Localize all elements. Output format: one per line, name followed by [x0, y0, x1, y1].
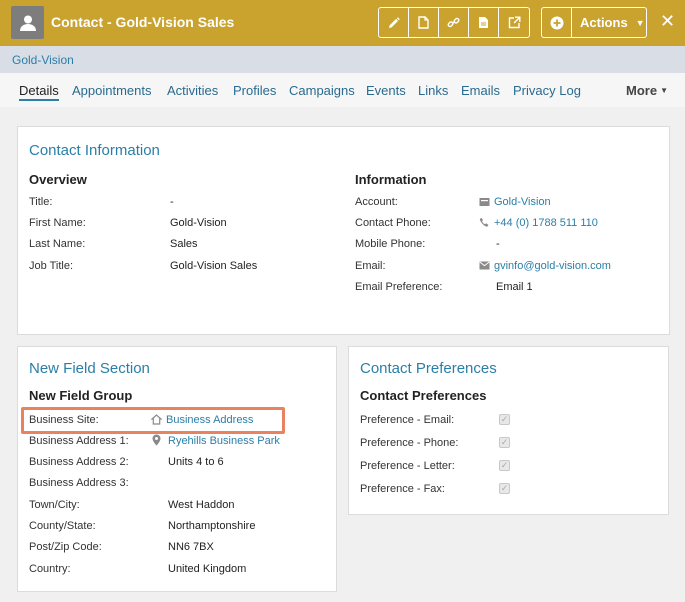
- field-label: Last Name:: [29, 238, 86, 250]
- pencil-icon: [388, 16, 400, 28]
- information-heading: Information: [355, 172, 427, 187]
- tab-profiles[interactable]: Profiles: [233, 83, 276, 98]
- open-external-button[interactable]: [499, 8, 529, 37]
- contact-preferences-panel: Contact Preferences Contact Preferences …: [348, 346, 669, 515]
- page-title: Contact - Gold-Vision Sales: [51, 14, 235, 30]
- field-label: Business Address 1:: [29, 435, 129, 447]
- town-city-value: West Haddon: [168, 499, 235, 511]
- county-state-value: Northamptonshire: [168, 520, 256, 532]
- envelope-icon: [478, 260, 490, 270]
- tab-campaigns[interactable]: Campaigns: [289, 83, 355, 98]
- account-link[interactable]: Gold-Vision: [494, 196, 551, 208]
- email-preference-value: Email 1: [496, 281, 533, 293]
- business-address-1-link[interactable]: Ryehills Business Park: [168, 435, 280, 447]
- overview-heading: Overview: [29, 172, 87, 187]
- preference-phone-checkbox: ✓: [499, 437, 510, 448]
- actions-menu: Actions ▼: [541, 7, 647, 38]
- panel-title: New Field Section: [29, 360, 150, 377]
- country-value: United Kingdom: [168, 563, 247, 575]
- tab-bar: Details Appointments Activities Profiles…: [0, 73, 685, 107]
- tab-details[interactable]: Details: [19, 83, 59, 101]
- first-name-value: Gold-Vision: [170, 217, 227, 229]
- mobile-phone-value: -: [496, 238, 500, 250]
- field-label: County/State:: [29, 520, 96, 532]
- record-toolbar: [378, 7, 530, 38]
- title-bar: Contact - Gold-Vision Sales Actions ▼ ✕: [0, 0, 685, 46]
- caret-down-icon: ▼: [635, 17, 645, 28]
- preference-email-checkbox: ✓: [499, 414, 510, 425]
- more-tabs-button[interactable]: More ▼: [626, 83, 668, 98]
- title-value: -: [170, 196, 174, 208]
- file-icon: [479, 17, 488, 28]
- contact-avatar-icon: [11, 6, 44, 39]
- panel-title: Contact Preferences: [360, 360, 497, 377]
- field-label: Business Address 3:: [29, 477, 129, 489]
- contact-phone-link[interactable]: +44 (0) 1788 511 110: [494, 217, 598, 229]
- add-button[interactable]: [542, 8, 572, 37]
- tab-appointments[interactable]: Appointments: [72, 83, 152, 98]
- field-label: First Name:: [29, 217, 86, 229]
- link-button[interactable]: [439, 8, 469, 37]
- new-field-section-panel: New Field Section New Field Group Busine…: [17, 346, 337, 592]
- field-label: Preference - Fax:: [360, 483, 445, 495]
- field-label: Email Preference:: [355, 281, 443, 293]
- tab-activities[interactable]: Activities: [167, 83, 218, 98]
- close-icon[interactable]: ✕: [660, 12, 675, 30]
- breadcrumb[interactable]: Gold-Vision: [12, 53, 74, 67]
- preference-fax-checkbox: ✓: [499, 483, 510, 494]
- field-label: Preference - Phone:: [360, 437, 459, 449]
- last-name-value: Sales: [170, 238, 198, 250]
- file-button[interactable]: [469, 8, 499, 37]
- field-label: Mobile Phone:: [355, 238, 426, 250]
- contact-preferences-heading: Contact Preferences: [360, 388, 487, 403]
- tab-events[interactable]: Events: [366, 83, 406, 98]
- document-icon: [418, 16, 429, 29]
- field-label: Preference - Letter:: [360, 460, 455, 472]
- document-button[interactable]: [409, 8, 439, 37]
- plus-circle-icon: [550, 16, 563, 29]
- field-label: Business Address 2:: [29, 456, 129, 468]
- edit-button[interactable]: [379, 8, 409, 37]
- email-link[interactable]: gvinfo@gold-vision.com: [494, 260, 611, 272]
- post-zip-code-value: NN6 7BX: [168, 541, 214, 553]
- tab-links[interactable]: Links: [418, 83, 448, 98]
- panel-title: Contact Information: [29, 142, 160, 159]
- field-label: Job Title:: [29, 260, 74, 272]
- more-label: More: [626, 83, 658, 98]
- account-icon: [478, 196, 490, 207]
- field-label: Email:: [355, 260, 386, 272]
- job-title-value: Gold-Vision Sales: [170, 260, 258, 272]
- field-label: Country:: [29, 563, 71, 575]
- breadcrumb-bar: Gold-Vision: [0, 46, 685, 73]
- caret-down-icon: ▼: [660, 86, 668, 95]
- field-label: Contact Phone:: [355, 217, 431, 229]
- actions-label: Actions: [580, 15, 628, 30]
- actions-dropdown-button[interactable]: Actions ▼: [572, 8, 646, 37]
- new-field-group-heading: New Field Group: [29, 388, 133, 403]
- preference-letter-checkbox: ✓: [499, 460, 510, 471]
- tab-emails[interactable]: Emails: [461, 83, 500, 98]
- field-label: Post/Zip Code:: [29, 541, 102, 553]
- highlight-box: [21, 407, 285, 434]
- link-icon: [447, 17, 460, 28]
- contact-information-panel: Contact Information Overview Title: - Fi…: [17, 126, 670, 335]
- tab-privacy-log[interactable]: Privacy Log: [513, 83, 581, 98]
- field-label: Town/City:: [29, 499, 80, 511]
- business-address-2-value: Units 4 to 6: [168, 456, 224, 468]
- phone-icon: [478, 216, 490, 228]
- field-label: Account:: [355, 196, 398, 208]
- external-link-icon: [508, 16, 520, 29]
- field-label: Preference - Email:: [360, 414, 455, 426]
- field-label: Title:: [29, 196, 53, 208]
- map-pin-icon: [150, 434, 162, 446]
